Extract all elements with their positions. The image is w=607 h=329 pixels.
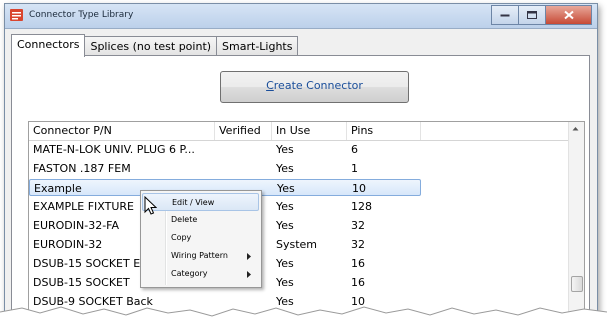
cell-pins: 6 — [351, 143, 358, 156]
minimize-button[interactable] — [491, 5, 518, 25]
menu-item-label: Wiring Pattern — [171, 251, 228, 260]
cell-verified — [215, 160, 219, 177]
cell-pins: 1 — [351, 162, 358, 175]
cell-pins: 16 — [351, 257, 365, 270]
minimize-icon — [500, 14, 510, 17]
menu-item-label: Category — [171, 269, 208, 278]
cell-pins: 10 — [352, 182, 366, 195]
maximize-icon — [527, 11, 537, 19]
table-row[interactable]: MATE-N-LOK UNIV. PLUG 6 P... Yes 6 — [29, 141, 421, 158]
cell-connector-pn: FASTON .187 FEM — [33, 162, 131, 175]
cell-in-use: Yes — [276, 257, 294, 270]
create-button-mnemonic: C — [266, 79, 274, 92]
create-button-label: reate Connector — [273, 79, 363, 92]
tab-connectors[interactable]: Connectors — [11, 34, 86, 57]
menu-item-wiring-pattern[interactable]: Wiring Pattern — [142, 247, 259, 265]
menu-item-edit-view[interactable]: Edit / View — [142, 193, 259, 211]
close-button[interactable] — [545, 5, 592, 25]
submenu-arrow-icon — [247, 271, 251, 278]
connector-type-library-window: Connector Type Library Connectors Splice… — [4, 3, 598, 321]
close-icon — [563, 10, 574, 20]
scrollbar-thumb[interactable] — [571, 276, 583, 292]
torn-edge — [0, 306, 607, 329]
cell-connector-pn: EXAMPLE FIXTURE — [33, 200, 134, 213]
column-header-connector-pn[interactable]: Connector P/N — [29, 122, 215, 140]
menu-item-copy[interactable]: Copy — [142, 229, 259, 247]
scroll-up-icon[interactable] — [572, 126, 579, 131]
menu-item-delete[interactable]: Delete — [142, 211, 259, 229]
column-header-filler — [421, 122, 569, 140]
cell-in-use: Yes — [277, 182, 295, 195]
context-menu: Edit / View Delete Copy Wiring Pattern C… — [140, 190, 262, 288]
title-bar[interactable]: Connector Type Library — [5, 4, 597, 29]
table-row[interactable]: FASTON .187 FEM Yes 1 — [29, 160, 421, 177]
tab-smart-lights[interactable]: Smart-Lights — [216, 36, 299, 56]
grid-header: Connector P/N Verified In Use Pins — [29, 122, 569, 141]
menu-item-label: Delete — [171, 215, 198, 224]
cell-connector-pn: EURODIN-32-FA — [33, 219, 120, 232]
maximize-button[interactable] — [518, 5, 545, 25]
cell-pins: 32 — [351, 238, 365, 251]
cell-verified — [215, 141, 219, 158]
cell-in-use: Yes — [276, 219, 294, 232]
column-header-verified[interactable]: Verified — [215, 122, 272, 140]
cell-pins: 16 — [351, 276, 365, 289]
cell-connector-pn: MATE-N-LOK UNIV. PLUG 6 P... — [33, 143, 195, 156]
cell-in-use: Yes — [276, 143, 294, 156]
vertical-scrollbar[interactable] — [568, 122, 584, 319]
cell-connector-pn: DSUB-15 SOCKET — [33, 276, 130, 289]
menu-item-label: Copy — [171, 233, 192, 242]
create-connector-button[interactable]: Create Connector — [220, 71, 409, 103]
cell-connector-pn: DSUB-15 SOCKET E — [33, 257, 141, 270]
connectors-panel: Create Connector Connector P/N Verified … — [11, 55, 590, 320]
cell-in-use: Yes — [276, 200, 294, 213]
column-header-pins[interactable]: Pins — [347, 122, 421, 140]
tab-splices[interactable]: Splices (no test point) — [84, 36, 218, 56]
cell-connector-pn: Example — [34, 182, 82, 195]
cell-pins: 32 — [351, 219, 365, 232]
cell-in-use: Yes — [276, 162, 294, 175]
mouse-cursor-icon — [144, 196, 157, 215]
menu-item-label: Edit / View — [172, 198, 215, 207]
connector-grid: Connector P/N Verified In Use Pins MATE-… — [28, 121, 585, 320]
menu-item-category[interactable]: Category — [142, 265, 259, 283]
tab-strip: Connectors Splices (no test point) Smart… — [11, 34, 299, 57]
submenu-arrow-icon — [247, 253, 251, 260]
cell-pins: 128 — [351, 200, 372, 213]
cell-connector-pn: EURODIN-32 — [33, 238, 103, 251]
column-header-in-use[interactable]: In Use — [272, 122, 347, 140]
app-icon — [10, 9, 23, 21]
window-controls — [491, 5, 592, 25]
cell-in-use: System — [276, 238, 318, 251]
window-title: Connector Type Library — [29, 10, 134, 20]
cell-in-use: Yes — [276, 276, 294, 289]
